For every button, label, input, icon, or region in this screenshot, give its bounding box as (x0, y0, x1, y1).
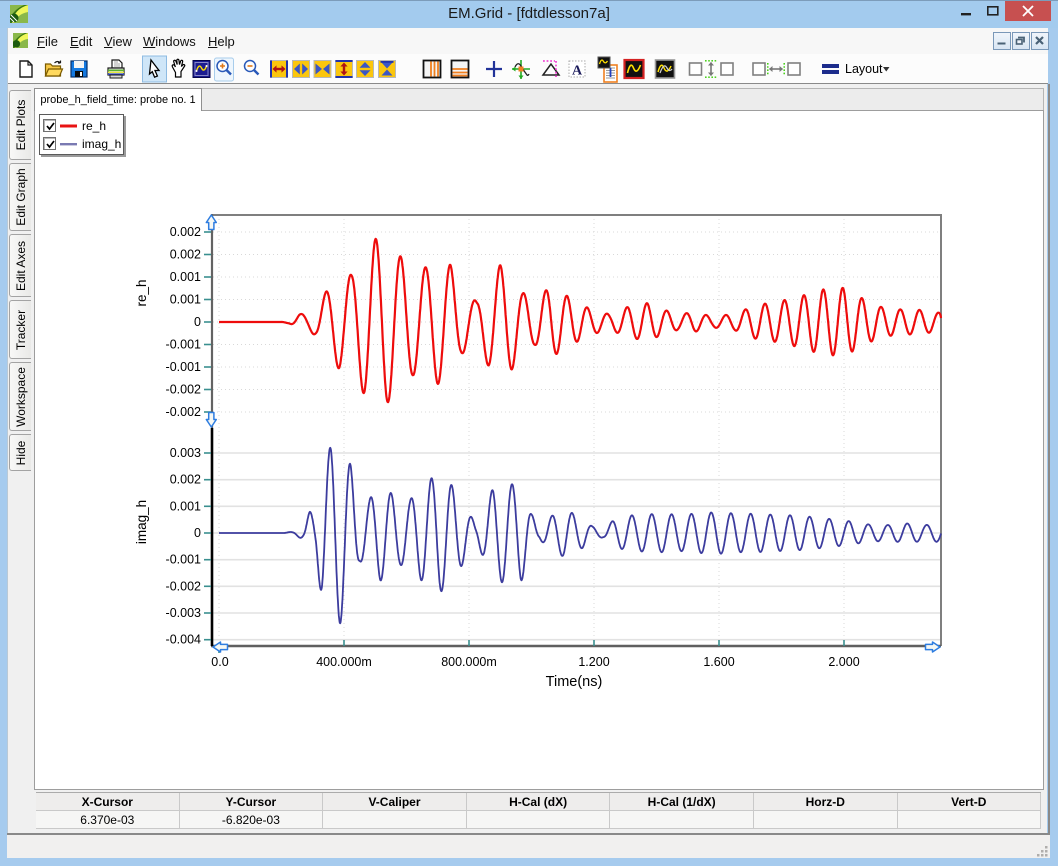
svg-text:0: 0 (194, 315, 201, 329)
svg-text:0.0: 0.0 (211, 655, 228, 669)
svg-text:re_h: re_h (134, 279, 149, 306)
svg-text:400.000m: 400.000m (316, 655, 372, 669)
svg-text:2.000: 2.000 (828, 655, 859, 669)
svg-text:-0.001: -0.001 (166, 338, 201, 352)
svg-text:0.001: 0.001 (170, 293, 201, 307)
svg-text:1.600: 1.600 (703, 655, 734, 669)
svg-text:Time(ns): Time(ns) (546, 674, 603, 690)
svg-text:1.200: 1.200 (578, 655, 609, 669)
svg-text:imag_h: imag_h (134, 500, 149, 544)
svg-text:-0.002: -0.002 (166, 383, 201, 397)
svg-text:-0.003: -0.003 (166, 606, 201, 620)
svg-text:0.002: 0.002 (170, 225, 201, 239)
svg-text:0.003: 0.003 (170, 446, 201, 460)
svg-text:0.001: 0.001 (170, 270, 201, 284)
svg-text:-0.004: -0.004 (166, 633, 201, 647)
svg-text:0: 0 (194, 526, 201, 540)
svg-text:-0.001: -0.001 (166, 360, 201, 374)
svg-text:-0.002: -0.002 (166, 405, 201, 419)
svg-text:0.002: 0.002 (170, 248, 201, 262)
svg-text:0.001: 0.001 (170, 499, 201, 513)
svg-text:800.000m: 800.000m (441, 655, 497, 669)
svg-text:0.002: 0.002 (170, 473, 201, 487)
svg-text:-0.001: -0.001 (166, 553, 201, 567)
svg-text:-0.002: -0.002 (166, 579, 201, 593)
